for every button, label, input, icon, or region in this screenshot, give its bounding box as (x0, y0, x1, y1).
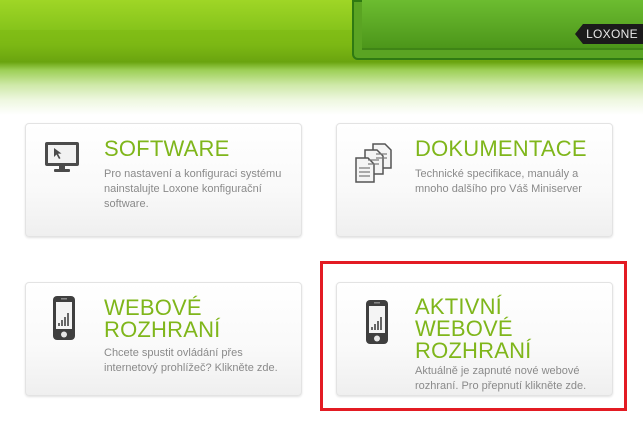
documentation-card[interactable]: DOKUMENTACE Technické specifikace, manuá… (336, 123, 613, 237)
documentation-description: Technické specifikace, manuály a mnoho d… (415, 168, 582, 195)
brand-logo: LOXONE (575, 24, 643, 44)
web-interface-description: Chcete spustit ovládání přes internetový… (104, 347, 278, 374)
web-interface-card[interactable]: WEBOVÉ ROZHRANÍ Chcete spustit ovládání … (25, 282, 302, 396)
software-card[interactable]: SOFTWARE Pro nastavení a konfiguraci sys… (25, 123, 302, 237)
smartphone-icon (53, 296, 75, 340)
monitor-icon (45, 142, 79, 172)
selection-highlight (320, 261, 627, 411)
documents-icon (355, 143, 392, 183)
software-title: SOFTWARE (104, 136, 230, 161)
software-description: Pro nastavení a konfiguraci systému nain… (104, 168, 282, 210)
documentation-title: DOKUMENTACE (415, 136, 587, 161)
web-interface-title: WEBOVÉ ROZHRANÍ (104, 295, 221, 342)
